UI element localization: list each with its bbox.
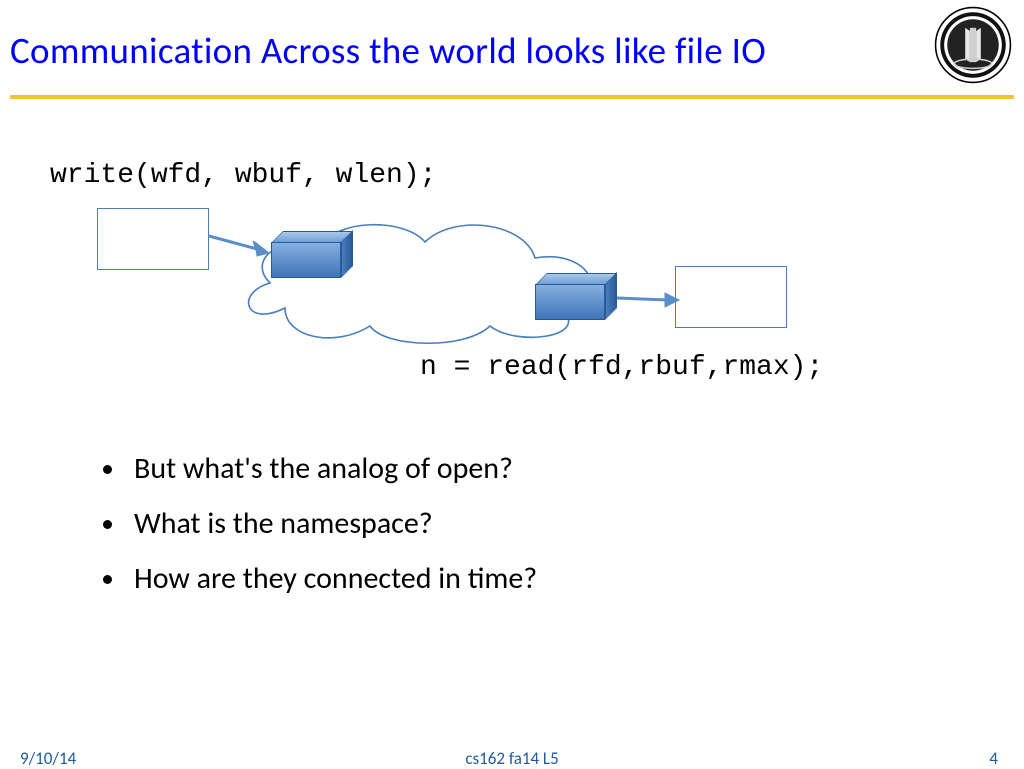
- sender-box: [97, 208, 209, 270]
- router-cube-right: [535, 276, 605, 312]
- footer-course: cs162 fa14 L5: [465, 748, 558, 769]
- footer-date: 9/10/14: [20, 748, 76, 769]
- title-divider: [10, 95, 1014, 99]
- arrow-left: [207, 230, 277, 260]
- read-call-code: n = read(rfd,rbuf,rmax);: [420, 352, 823, 383]
- write-call-code: write(wfd, wbuf, wlen);: [50, 160, 436, 191]
- footer-page: 4: [989, 748, 998, 769]
- router-cube-left: [271, 234, 341, 270]
- arrow-right: [615, 288, 685, 312]
- bullet-item: But what's the analog of open?: [128, 450, 537, 487]
- bullet-item: How are they connected in time?: [128, 560, 537, 597]
- slide-title: Communication Across the world looks lik…: [10, 28, 1014, 73]
- bullet-list: But what's the analog of open? What is t…: [100, 450, 537, 615]
- bullet-item: What is the namespace?: [128, 505, 537, 542]
- receiver-box: [675, 266, 787, 328]
- network-io-diagram: [85, 198, 805, 348]
